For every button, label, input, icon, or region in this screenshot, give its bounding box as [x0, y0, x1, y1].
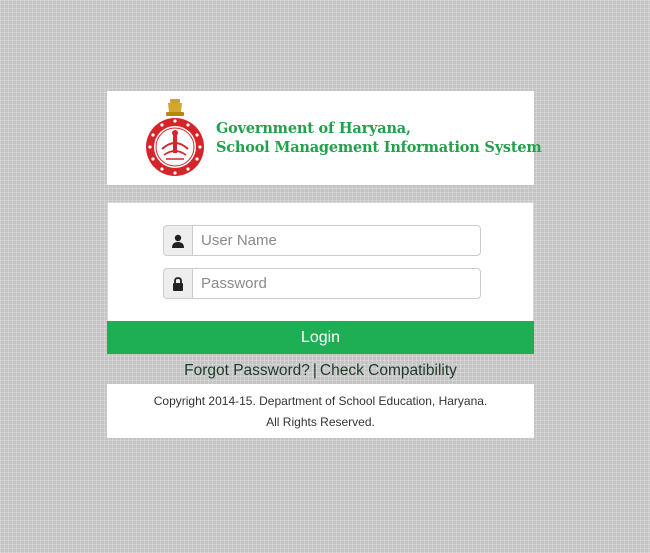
org-title-line1: Government of Haryana,	[216, 120, 411, 137]
login-button[interactable]: Login	[107, 321, 534, 354]
header-panel: Government of Haryana, School Management…	[107, 91, 542, 185]
forgot-password-link[interactable]: Forgot Password?	[184, 362, 310, 379]
username-group	[163, 225, 481, 256]
org-title: Government of Haryana, School Management…	[216, 119, 542, 157]
footer-panel: Copyright 2014-15. Department of School …	[107, 384, 534, 438]
links-separator: |	[312, 362, 317, 379]
copyright-text: Copyright 2014-15. Department of School …	[153, 394, 488, 408]
rights-text: All Rights Reserved.	[266, 415, 375, 429]
check-compatibility-link[interactable]: Check Compatibility	[320, 362, 457, 379]
login-panel: Login	[107, 202, 534, 354]
password-group	[163, 268, 481, 299]
username-input[interactable]	[192, 225, 481, 256]
user-icon	[163, 225, 192, 256]
help-links: Forgot Password? | Check Compatibility	[107, 362, 534, 380]
lock-icon	[163, 268, 192, 299]
haryana-emblem-icon	[146, 99, 204, 176]
org-title-line2: School Management Information System	[216, 139, 542, 156]
password-input[interactable]	[192, 268, 481, 299]
